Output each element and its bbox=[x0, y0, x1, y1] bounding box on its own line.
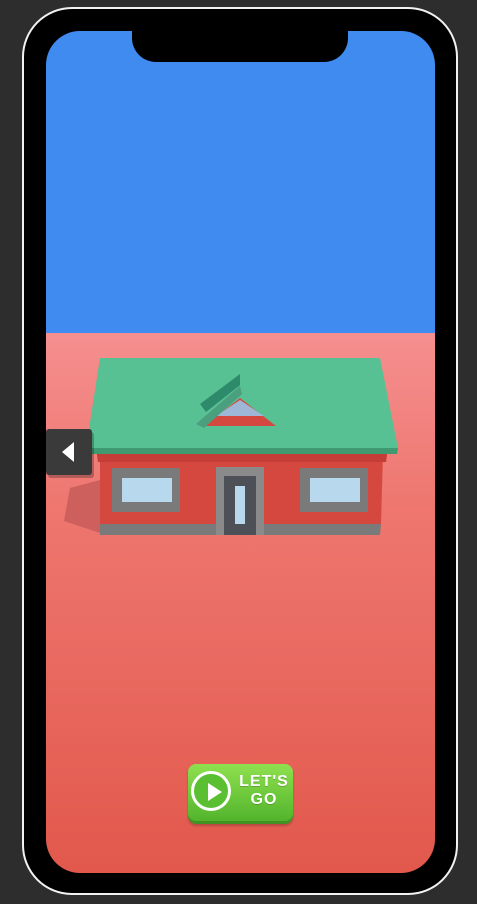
right-window-glass bbox=[310, 478, 360, 502]
house-shadow bbox=[64, 480, 100, 533]
left-window-glass bbox=[122, 478, 172, 502]
door-glass bbox=[235, 486, 245, 524]
house-roof-edge bbox=[86, 448, 398, 454]
lets-go-button[interactable]: LET'S GO bbox=[188, 764, 293, 824]
chevron-left-icon bbox=[62, 442, 74, 462]
play-icon bbox=[191, 771, 231, 811]
back-button[interactable] bbox=[46, 429, 92, 475]
play-triangle bbox=[208, 783, 222, 801]
lets-go-label: LET'S GO bbox=[239, 773, 289, 808]
screen-notch bbox=[132, 31, 348, 62]
